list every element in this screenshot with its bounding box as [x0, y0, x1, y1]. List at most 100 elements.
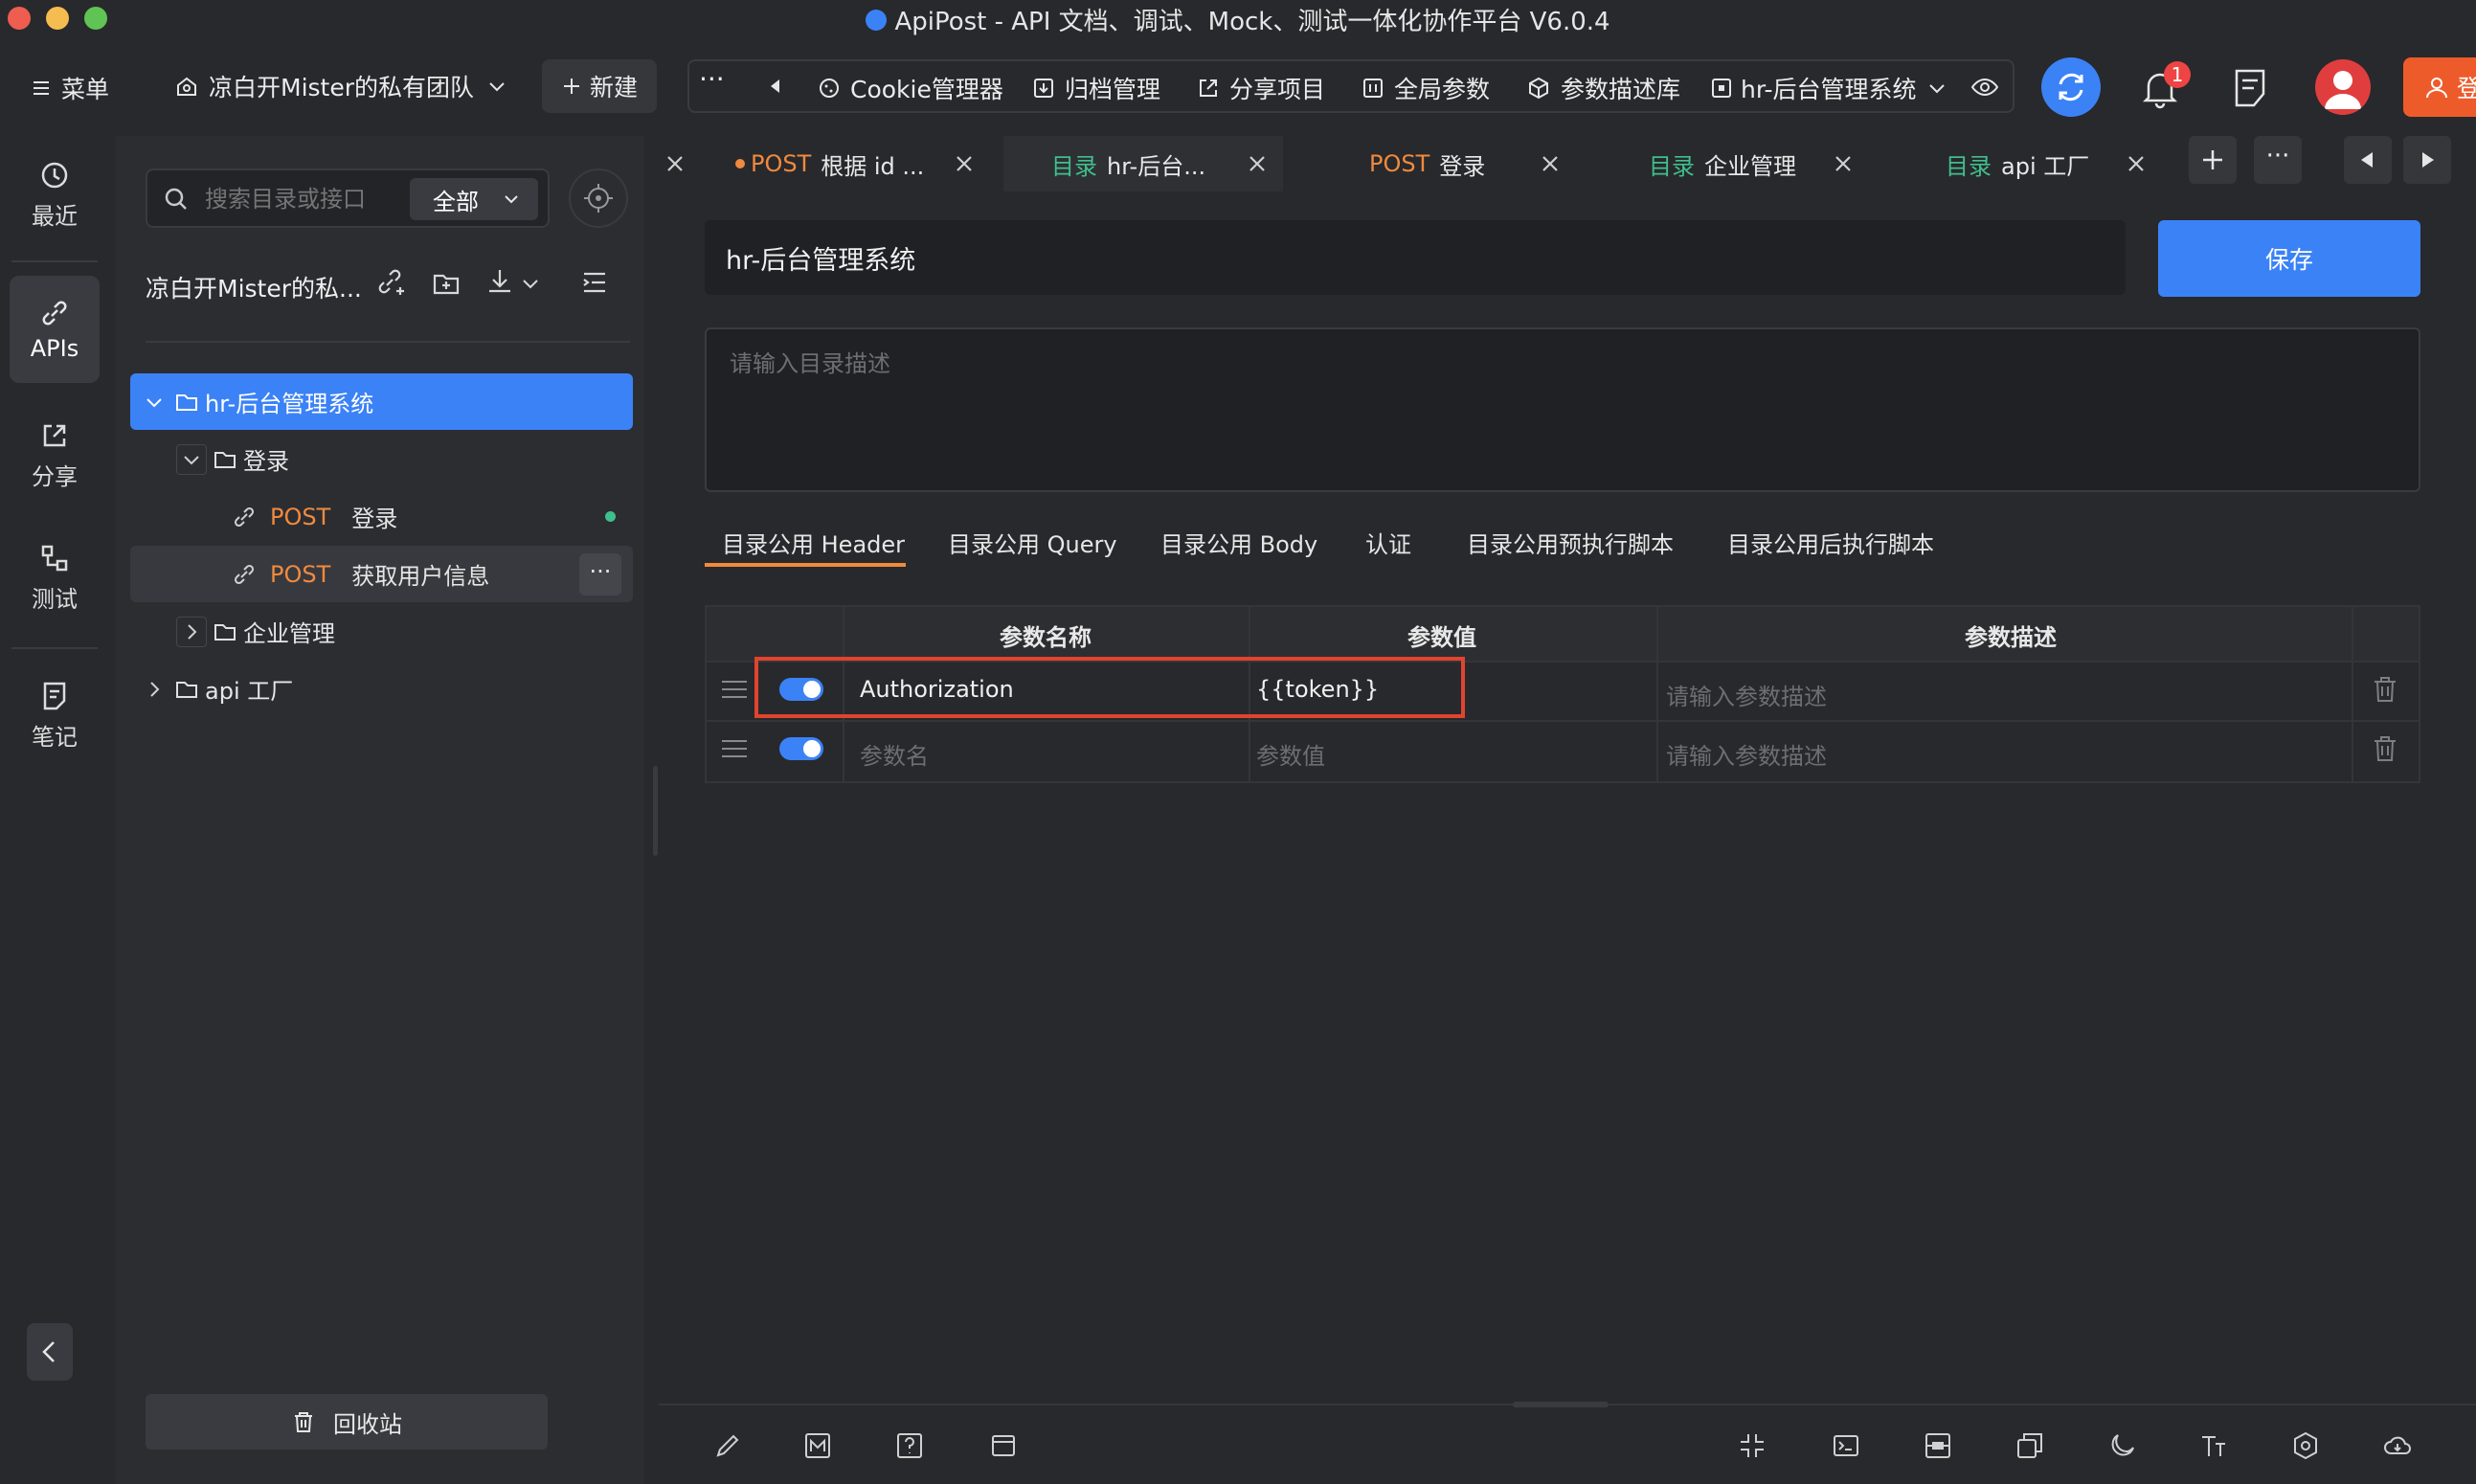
new-button[interactable]: 新建	[542, 59, 657, 113]
tree-api-userinfo[interactable]: POST 获取用户信息 ···	[130, 546, 633, 602]
chevron-down-icon	[505, 195, 518, 204]
param-value-input[interactable]: 参数值	[1256, 737, 1325, 771]
more-icon[interactable]: ···	[699, 63, 725, 95]
menu-button[interactable]: 菜单	[31, 71, 109, 105]
tree-folder-api-factory[interactable]: api 工厂	[130, 661, 633, 717]
subtab-header[interactable]: 目录公用 Header	[722, 526, 905, 559]
font-size-icon[interactable]	[2198, 1430, 2229, 1461]
app-logo-icon	[866, 9, 888, 31]
project-name: 凉白开Mister的私...	[146, 275, 362, 303]
close-icon[interactable]	[1536, 149, 1564, 178]
notification-button[interactable]: 1	[2141, 61, 2191, 109]
close-icon[interactable]	[2122, 149, 2150, 178]
back-arrow-icon[interactable]	[766, 77, 785, 96]
description-textarea[interactable]: 请输入目录描述	[705, 327, 2420, 492]
shrink-icon[interactable]	[1737, 1430, 1767, 1461]
param-name-input[interactable]: 参数名	[860, 737, 929, 771]
folder-name-input[interactable]: hr-后台管理系统	[705, 220, 2126, 295]
bottom-resize-handle[interactable]	[1513, 1402, 1609, 1407]
collapse-all-icon[interactable]	[580, 268, 609, 297]
add-api-icon[interactable]	[375, 266, 408, 299]
window-icon[interactable]	[988, 1430, 1019, 1461]
rail-test[interactable]: 测试	[10, 542, 100, 614]
filter-select[interactable]: 全部	[410, 178, 538, 220]
notification-badge: 1	[2164, 61, 2191, 88]
import-icon[interactable]	[484, 266, 515, 297]
login-button[interactable]: 登	[2403, 57, 2476, 117]
column-header: 参数值	[1407, 624, 1476, 651]
tab-post-login[interactable]: POST 登录	[1369, 136, 1485, 191]
close-icon[interactable]	[661, 149, 689, 178]
chevron-down-icon[interactable]	[521, 274, 540, 293]
trash-icon[interactable]	[2371, 674, 2399, 705]
subtab-post-script[interactable]: 目录公用后执行脚本	[1727, 526, 1934, 559]
avatar[interactable]	[2315, 59, 2371, 115]
subtab-body[interactable]: 目录公用 Body	[1160, 526, 1317, 559]
cookie-manager-button[interactable]: Cookie管理器	[818, 71, 1003, 105]
rail-share[interactable]: 分享	[10, 419, 100, 491]
markdown-icon[interactable]	[802, 1430, 833, 1461]
archive-icon	[1034, 79, 1053, 98]
api-link-icon	[234, 506, 255, 527]
eye-icon[interactable]	[1970, 73, 1999, 101]
save-button[interactable]: 保存	[2158, 220, 2420, 297]
copy-window-icon[interactable]	[2015, 1430, 2045, 1461]
tab-more-button[interactable]: ···	[2254, 136, 2302, 184]
tab-scroll-right[interactable]	[2403, 136, 2451, 184]
close-icon[interactable]	[1243, 149, 1272, 178]
notes-icon[interactable]	[2231, 67, 2269, 109]
tab-folder-enterprise[interactable]: 目录 企业管理	[1649, 136, 1796, 191]
subtab-pre-script[interactable]: 目录公用预执行脚本	[1467, 526, 1674, 559]
locate-button[interactable]	[569, 169, 628, 228]
add-folder-icon[interactable]	[431, 268, 461, 299]
param-desc-input[interactable]: 请输入参数描述	[1666, 678, 1827, 711]
more-actions-button[interactable]: ···	[579, 553, 621, 596]
subtab-auth[interactable]: 认证	[1365, 526, 1411, 559]
api-link-icon	[234, 564, 255, 584]
param-desc-input[interactable]: 请输入参数描述	[1666, 737, 1827, 771]
team-selector[interactable]: 凉白开Mister的私有团队	[174, 69, 508, 103]
api-tree-panel: 全部 凉白开Mister的私... hr-后台管理系统 登录 POST 登录 P…	[115, 136, 644, 1484]
trash-icon[interactable]	[2371, 733, 2399, 764]
global-params-button[interactable]: 全局参数	[1362, 71, 1490, 105]
tab-folder-api-factory[interactable]: 目录 api 工厂	[1946, 136, 2089, 191]
column-header: 参数名称	[1000, 624, 1092, 651]
rail-apis[interactable]: APIs	[10, 276, 100, 383]
drag-handle-icon[interactable]	[720, 735, 749, 762]
send-rocket-icon[interactable]	[712, 1430, 743, 1461]
tab-post-getbyid[interactable]: POST 根据 id ...	[735, 136, 924, 191]
search-input[interactable]	[205, 180, 396, 218]
console-icon[interactable]	[1831, 1430, 1861, 1461]
tree-folder-hr[interactable]: hr-后台管理系统	[130, 373, 633, 430]
table-header	[707, 607, 2419, 661]
panel-resize-handle[interactable]	[653, 766, 658, 856]
rail-recent[interactable]: 最近	[10, 159, 100, 231]
close-icon[interactable]	[950, 149, 979, 178]
row-enable-toggle[interactable]	[779, 737, 823, 760]
tree-api-login[interactable]: POST 登录	[130, 488, 633, 545]
cloud-download-icon[interactable]	[2382, 1430, 2413, 1461]
tree-folder-enterprise[interactable]: 企业管理	[130, 603, 633, 660]
layout-split-icon[interactable]	[1923, 1430, 1953, 1461]
tree-folder-login[interactable]: 登录	[130, 431, 633, 487]
add-tab-button[interactable]	[2189, 136, 2237, 184]
environment-selector[interactable]: hr-后台管理系统	[1710, 71, 1947, 105]
share-project-button[interactable]: 分享项目	[1197, 71, 1325, 105]
moon-icon[interactable]	[2106, 1430, 2137, 1461]
plus-icon	[563, 79, 579, 94]
recycle-bin-button[interactable]: 回收站	[146, 1394, 548, 1450]
sync-button[interactable]	[2041, 57, 2101, 117]
tab-folder-hr[interactable]: 目录 hr-后台...	[1051, 136, 1205, 191]
drag-handle-icon[interactable]	[720, 676, 749, 703]
title-bar: ApiPost - API 文档、调试、Mock、测试一体化协作平台 V6.0.…	[0, 0, 2476, 38]
archive-button[interactable]: 归档管理	[1032, 71, 1160, 105]
collapse-sidebar-button[interactable]	[27, 1323, 73, 1381]
settings-icon[interactable]	[2290, 1430, 2321, 1461]
help-doc-icon[interactable]	[894, 1430, 925, 1461]
close-icon[interactable]	[1829, 149, 1857, 178]
subtab-query[interactable]: 目录公用 Query	[948, 526, 1117, 559]
tab-scroll-left[interactable]	[2344, 136, 2392, 184]
param-library-button[interactable]: 参数描述库	[1526, 71, 1680, 105]
rail-notes[interactable]: 笔记	[10, 680, 100, 752]
clock-icon	[41, 162, 68, 189]
